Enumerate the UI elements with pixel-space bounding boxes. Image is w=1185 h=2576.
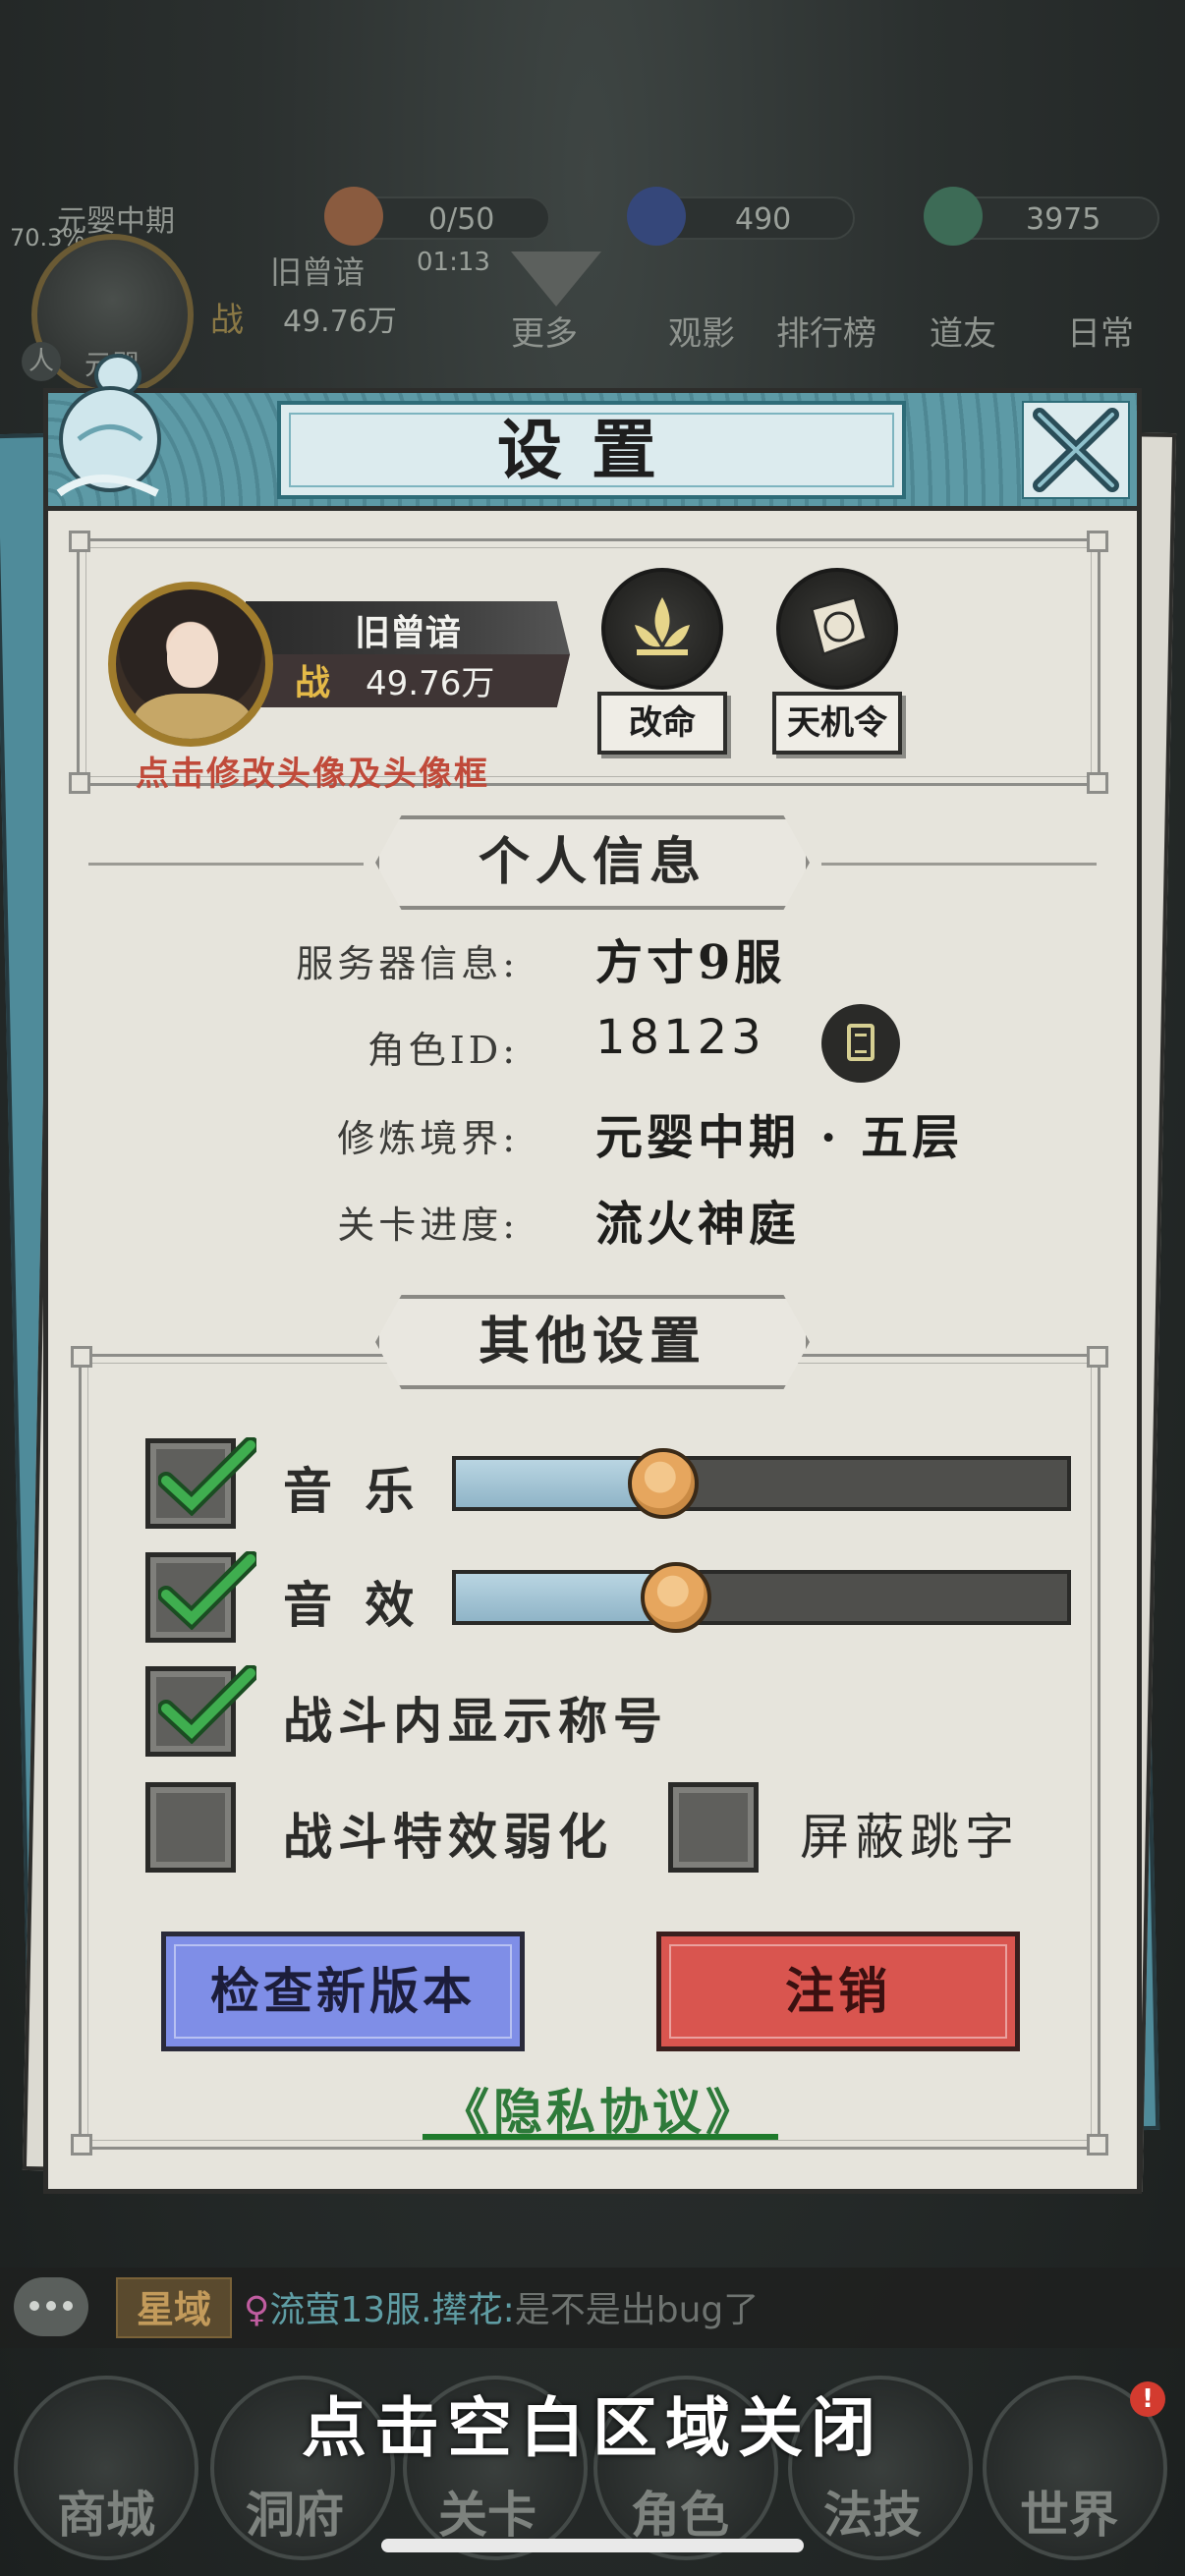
chat-message[interactable]: ♀流萤13服.撵花:是不是出bug了	[244, 2281, 759, 2332]
blue-gem-icon[interactable]	[627, 187, 686, 246]
sfx-slider[interactable]	[452, 1562, 1071, 1633]
peach-icon[interactable]	[324, 187, 383, 246]
stage-progress-value: 流火神庭	[595, 1197, 801, 1252]
music-slider-knob[interactable]	[628, 1448, 700, 1519]
token-scroll-icon[interactable]	[776, 568, 898, 690]
show-title-label: 战斗内显示称号	[283, 1692, 668, 1750]
power-value: 49.76万	[366, 664, 495, 703]
sfx-slider-knob[interactable]	[640, 1562, 711, 1633]
hud-power-icon: 战	[210, 301, 244, 340]
block-damage-text-checkbox[interactable]	[668, 1782, 759, 1873]
top-menu-watch[interactable]: 观影	[668, 307, 735, 355]
jade-icon[interactable]	[924, 187, 983, 246]
weaken-effects-label: 战斗特效弱化	[283, 1808, 613, 1866]
personal-info-title: 个人信息	[478, 832, 706, 892]
resource-value-3: 3975	[1026, 202, 1101, 237]
change-fate-button[interactable]: 改命	[597, 692, 727, 755]
frame-corner	[1087, 531, 1108, 552]
chat-bubble-icon[interactable]	[14, 2277, 88, 2336]
sfx-checkbox[interactable]	[145, 1551, 256, 1643]
checkmark-icon	[158, 1437, 256, 1516]
sfx-label: 音 效	[283, 1576, 423, 1634]
resource-value-2: 490	[735, 202, 792, 237]
hud-power: 49.76万	[283, 305, 397, 339]
music-label: 音 乐	[283, 1462, 423, 1520]
logout-button[interactable]: 注销	[656, 1932, 1020, 2051]
privacy-underline	[423, 2134, 778, 2140]
close-x-icon[interactable]	[1022, 401, 1130, 499]
music-checkbox[interactable]	[145, 1437, 256, 1529]
nav-stage-label: 关卡	[438, 2486, 536, 2544]
resource-value-1: 0/50	[428, 202, 495, 237]
checkmark-icon	[158, 1551, 256, 1630]
stage-progress-label: 关卡进度:	[337, 1204, 519, 1247]
power-icon: 战	[295, 662, 331, 703]
nav-cave-label: 洞府	[246, 2486, 344, 2544]
female-icon: ♀	[244, 2290, 270, 2330]
nav-skills-label: 法技	[823, 2486, 922, 2544]
other-settings-title: 其他设置	[478, 1312, 706, 1372]
music-slider[interactable]	[452, 1448, 1071, 1519]
frame-corner	[71, 1346, 92, 1368]
frame-corner	[1087, 772, 1108, 794]
chat-channel-tag[interactable]: 星域	[116, 2277, 232, 2338]
section-divider-right	[821, 863, 1097, 866]
top-menu-friends[interactable]: 道友	[930, 307, 996, 355]
weaken-effects-checkbox[interactable]	[145, 1782, 236, 1873]
logout-label: 注销	[785, 1962, 891, 2020]
check-version-button[interactable]: 检查新版本	[161, 1932, 525, 2051]
section-divider-left	[88, 863, 364, 866]
frame-corner	[69, 531, 90, 552]
server-value: 方寸9服	[595, 935, 786, 990]
server-label: 服务器信息:	[296, 942, 519, 985]
lotus-emblem-icon[interactable]	[601, 568, 723, 690]
hud-timer: 01:13	[417, 248, 490, 277]
nav-world-label: 世界	[1020, 2486, 1118, 2544]
tap-blank-to-close-hint: 点击空白区域关闭	[302, 2389, 883, 2466]
check-version-label: 检查新版本	[210, 1962, 476, 2020]
nav-character-label: 角色	[631, 2486, 729, 2544]
more-dropdown-icon[interactable]	[511, 252, 601, 307]
top-menu-daily[interactable]: 日常	[1067, 307, 1134, 355]
player-name: 旧曾谙	[354, 612, 461, 653]
role-id-label: 角色ID:	[367, 1029, 519, 1072]
role-id-value: 18123	[595, 1010, 765, 1065]
frame-corner	[69, 772, 90, 794]
hud-player-name: 旧曾谙	[270, 253, 366, 291]
chat-text: 是不是出bug了	[514, 2290, 760, 2330]
frame-corner	[1087, 1346, 1108, 1368]
home-indicator[interactable]	[381, 2539, 804, 2552]
edit-avatar-hint[interactable]: 点击修改头像及头像框	[136, 747, 489, 795]
top-menu-ranking[interactable]: 排行榜	[776, 307, 876, 355]
gourd-icon	[56, 354, 161, 497]
checkmark-icon	[158, 1665, 256, 1744]
top-menu-more[interactable]: 更多	[511, 307, 578, 355]
frame-corner	[1087, 2134, 1108, 2156]
frame-corner	[71, 2134, 92, 2156]
chat-sender: 流萤13服.撵花:	[269, 2290, 515, 2330]
cultivation-value: 元婴中期 · 五层	[595, 1110, 964, 1165]
show-title-checkbox[interactable]	[145, 1665, 256, 1757]
cultivation-label: 修炼境界:	[337, 1117, 519, 1160]
settings-title: 设置	[497, 412, 686, 488]
player-avatar[interactable]	[108, 582, 273, 747]
block-damage-text-label: 屏蔽跳字	[800, 1809, 1020, 1866]
nav-shop-label: 商城	[57, 2486, 155, 2544]
copy-document-icon[interactable]	[821, 1004, 900, 1083]
heaven-token-button[interactable]: 天机令	[772, 692, 902, 755]
